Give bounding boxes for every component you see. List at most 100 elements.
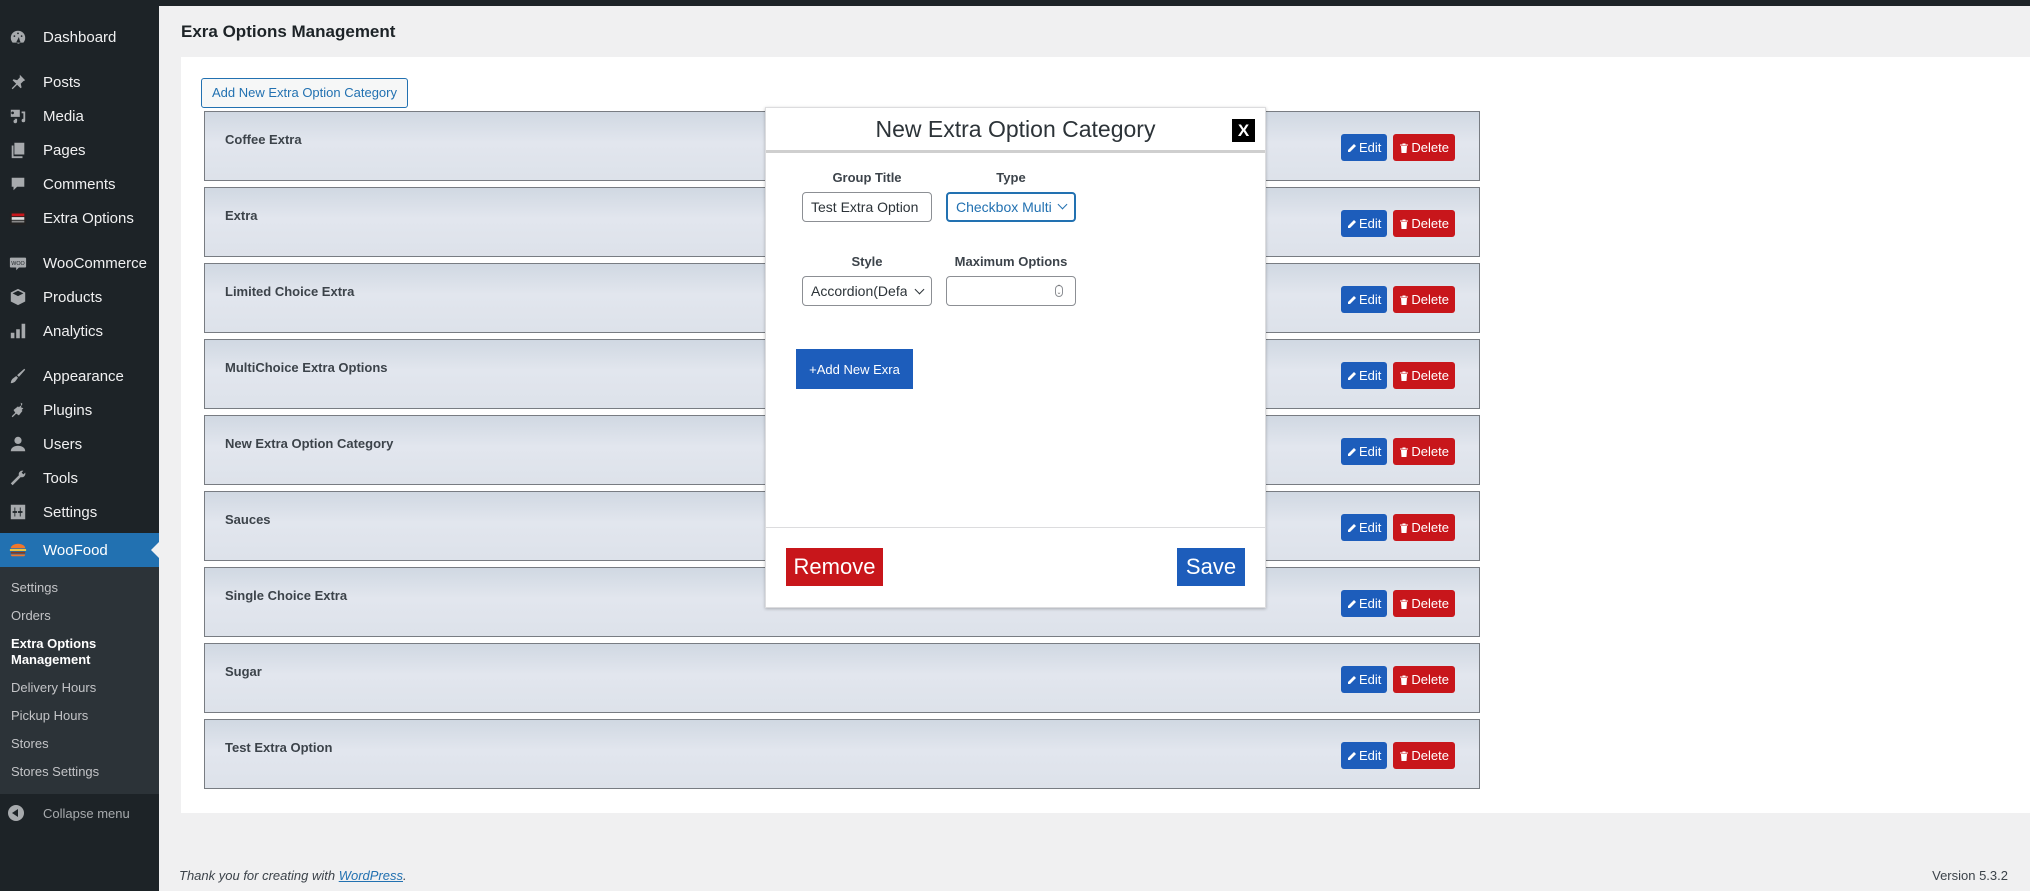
woofood-submenu: Settings Orders Extra Options Management…	[0, 567, 159, 794]
delete-button[interactable]: Delete	[1393, 590, 1455, 617]
edit-button[interactable]: Edit	[1341, 286, 1388, 313]
submenu-item-stores-settings[interactable]: Stores Settings	[0, 758, 159, 786]
edit-button[interactable]: Edit	[1341, 438, 1388, 465]
delete-button[interactable]: Delete	[1393, 210, 1455, 237]
type-label: Type	[996, 170, 1026, 185]
sidebar-item-posts[interactable]: Posts	[0, 65, 159, 99]
delete-button[interactable]: Delete	[1393, 514, 1455, 541]
plug-icon	[8, 400, 28, 420]
edit-button[interactable]: Edit	[1341, 590, 1388, 617]
modal-title: New Extra Option Category	[875, 115, 1156, 142]
sidebar-item-tools[interactable]: Tools	[0, 461, 159, 495]
max-options-label: Maximum Options	[954, 254, 1068, 269]
close-button[interactable]: X	[1232, 119, 1255, 142]
edit-button[interactable]: Edit	[1341, 742, 1388, 769]
row-actions: Edit Delete	[1341, 362, 1455, 389]
sidebar-item-label: Settings	[43, 503, 98, 521]
trash-icon	[1400, 447, 1409, 457]
edit-button[interactable]: Edit	[1341, 514, 1388, 541]
delete-button[interactable]: Delete	[1393, 438, 1455, 465]
category-row: Sugar Edit Delete	[204, 643, 1480, 713]
submenu-item-orders[interactable]: Orders	[0, 602, 159, 630]
sidebar-item-analytics[interactable]: Analytics	[0, 314, 159, 348]
submenu-item-delivery-hours[interactable]: Delivery Hours	[0, 674, 159, 702]
pin-icon	[8, 72, 28, 92]
category-title: New Extra Option Category	[225, 436, 394, 451]
type-field: Type Checkbox Multiple	[946, 170, 1076, 222]
burger-icon	[8, 540, 28, 560]
trash-icon	[1400, 219, 1409, 229]
group-title-input[interactable]: Test Extra Option	[802, 192, 932, 222]
delete-button[interactable]: Delete	[1393, 666, 1455, 693]
delete-button[interactable]: Delete	[1393, 286, 1455, 313]
save-button[interactable]: Save	[1177, 548, 1245, 586]
submenu-item-extra-options-management[interactable]: Extra Options Management	[0, 630, 159, 674]
collapse-arrow-icon	[8, 805, 24, 821]
edit-button[interactable]: Edit	[1341, 134, 1388, 161]
sidebar-item-label: Tools	[43, 469, 79, 487]
trash-icon	[1400, 371, 1409, 381]
delete-button[interactable]: Delete	[1393, 134, 1455, 161]
woocommerce-icon: WOO	[8, 253, 28, 273]
dashboard-icon	[8, 27, 28, 47]
remove-button[interactable]: Remove	[786, 548, 883, 586]
sidebar-item-settings[interactable]: Settings	[0, 495, 159, 529]
wordpress-link[interactable]: WordPress	[339, 868, 403, 883]
trash-icon	[1400, 523, 1409, 533]
submenu-item-stores[interactable]: Stores	[0, 730, 159, 758]
style-select[interactable]: Accordion(Default)	[802, 276, 932, 306]
sidebar-item-comments[interactable]: Comments	[0, 167, 159, 201]
sidebar-item-media[interactable]: Media	[0, 99, 159, 133]
edit-button[interactable]: Edit	[1341, 362, 1388, 389]
trash-icon	[1400, 143, 1409, 153]
sidebar-item-dashboard[interactable]: Dashboard	[0, 20, 159, 54]
trash-icon	[1400, 599, 1409, 609]
modal-header: New Extra Option Category X	[766, 108, 1265, 153]
group-title-label: Group Title	[832, 170, 902, 185]
submenu-item-settings[interactable]: Settings	[0, 574, 159, 602]
number-spinner-icon[interactable]: ⌃ ⌄	[1055, 285, 1063, 297]
max-options-input[interactable]: ⌃ ⌄	[946, 276, 1076, 306]
pencil-icon	[1348, 523, 1357, 532]
delete-button[interactable]: Delete	[1393, 362, 1455, 389]
collapse-menu-label: Collapse menu	[43, 805, 130, 821]
submenu-item-pickup-hours[interactable]: Pickup Hours	[0, 702, 159, 730]
max-options-field: Maximum Options ⌃ ⌄	[946, 254, 1076, 306]
sidebar-item-users[interactable]: Users	[0, 427, 159, 461]
comment-icon	[8, 174, 28, 194]
add-new-extra-button[interactable]: +Add New Exra	[796, 349, 913, 389]
admin-sidebar: Dashboard Posts Media Pages Comments Ext…	[0, 0, 159, 891]
row-actions: Edit Delete	[1341, 514, 1455, 541]
add-category-button[interactable]: Add New Extra Option Category	[201, 78, 408, 108]
category-title: Limited Choice Extra	[225, 284, 355, 299]
delete-button[interactable]: Delete	[1393, 742, 1455, 769]
pencil-icon	[1348, 447, 1357, 456]
sidebar-item-appearance[interactable]: Appearance	[0, 359, 159, 393]
sidebar-item-plugins[interactable]: Plugins	[0, 393, 159, 427]
admin-menu: Dashboard Posts Media Pages Comments Ext…	[0, 0, 159, 567]
category-title: MultiChoice Extra Options	[225, 360, 388, 375]
pencil-icon	[1348, 219, 1357, 228]
chevron-down-icon	[1057, 199, 1068, 210]
category-row: Test Extra Option Edit Delete	[204, 719, 1480, 789]
woofood-logo-icon	[8, 208, 28, 228]
sidebar-item-products[interactable]: Products	[0, 280, 159, 314]
edit-button[interactable]: Edit	[1341, 666, 1388, 693]
collapse-menu-button[interactable]: Collapse menu	[0, 796, 159, 830]
sidebar-item-label: Products	[43, 288, 103, 306]
sidebar-item-woofood[interactable]: WooFood	[0, 533, 159, 567]
row-actions: Edit Delete	[1341, 590, 1455, 617]
sidebar-item-pages[interactable]: Pages	[0, 133, 159, 167]
pages-icon	[8, 140, 28, 160]
row-actions: Edit Delete	[1341, 666, 1455, 693]
sidebar-item-extra-options[interactable]: Extra Options	[0, 201, 159, 235]
footer-thanks: Thank you for creating with WordPress.	[179, 868, 407, 883]
svg-text:WOO: WOO	[11, 261, 24, 267]
sidebar-item-woocommerce[interactable]: WOO WooCommerce	[0, 246, 159, 280]
edit-button[interactable]: Edit	[1341, 210, 1388, 237]
bar-chart-icon	[8, 321, 28, 341]
style-field: Style Accordion(Default)	[802, 254, 932, 306]
wrench-icon	[8, 468, 28, 488]
type-select[interactable]: Checkbox Multiple	[946, 192, 1076, 222]
sidebar-item-label: Plugins	[43, 401, 93, 419]
